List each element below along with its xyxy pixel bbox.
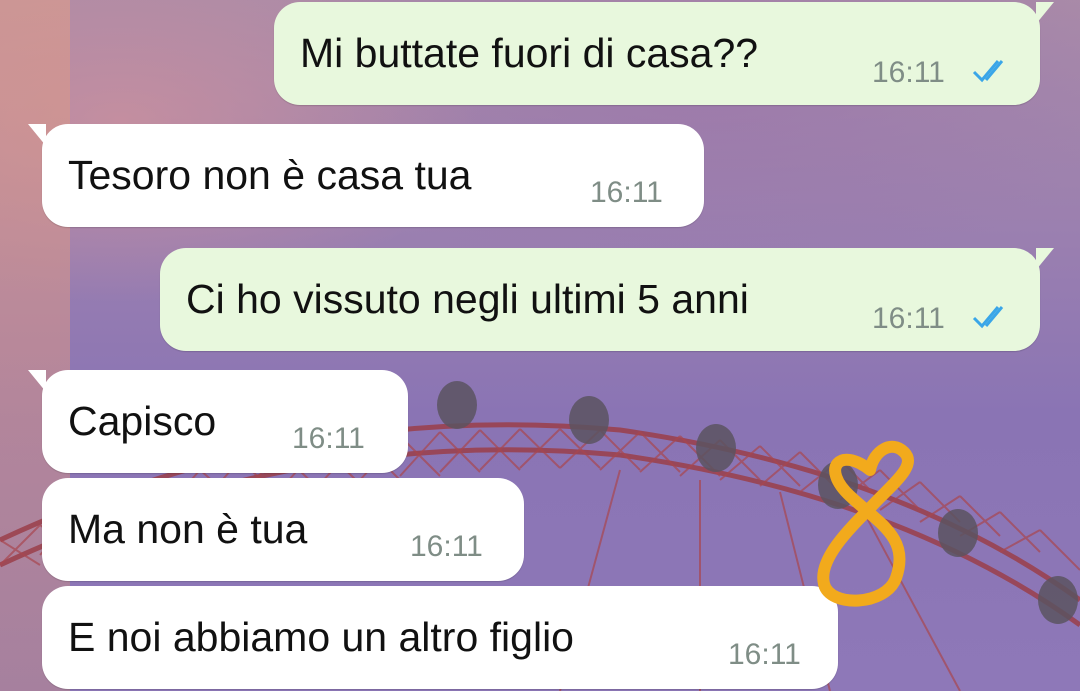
message-timestamp: 16:11 xyxy=(728,638,801,671)
double-check-icon xyxy=(972,60,1004,83)
message-timestamp: 16:11 xyxy=(872,56,945,89)
message-text: Ma non è tua xyxy=(68,506,308,552)
message-bubble-outgoing[interactable]: Ci ho vissuto negli ultimi 5 anni 16:11 xyxy=(160,248,1054,351)
message-bubble-incoming[interactable]: Ma non è tua 16:11 xyxy=(42,478,524,581)
message-bubble-outgoing[interactable]: Mi buttate fuori di casa?? 16:11 xyxy=(274,2,1054,105)
message-text: Mi buttate fuori di casa?? xyxy=(300,30,759,76)
message-text: Ci ho vissuto negli ultimi 5 anni xyxy=(186,276,749,322)
message-text: Capisco xyxy=(68,398,217,444)
double-check-icon xyxy=(972,306,1004,329)
message-timestamp: 16:11 xyxy=(872,302,945,335)
message-timestamp: 16:11 xyxy=(410,530,483,563)
message-bubble-incoming[interactable]: Tesoro non è casa tua 16:11 xyxy=(28,124,704,227)
message-text: Tesoro non è casa tua xyxy=(68,152,472,198)
message-timestamp: 16:11 xyxy=(590,176,663,209)
message-bubble-incoming[interactable]: E noi abbiamo un altro figlio 16:11 xyxy=(42,586,838,689)
message-timestamp: 16:11 xyxy=(292,422,365,455)
message-bubble-incoming[interactable]: Capisco 16:11 xyxy=(28,370,408,473)
handwritten-eight-annotation xyxy=(817,440,914,607)
message-text: E noi abbiamo un altro figlio xyxy=(68,614,574,660)
